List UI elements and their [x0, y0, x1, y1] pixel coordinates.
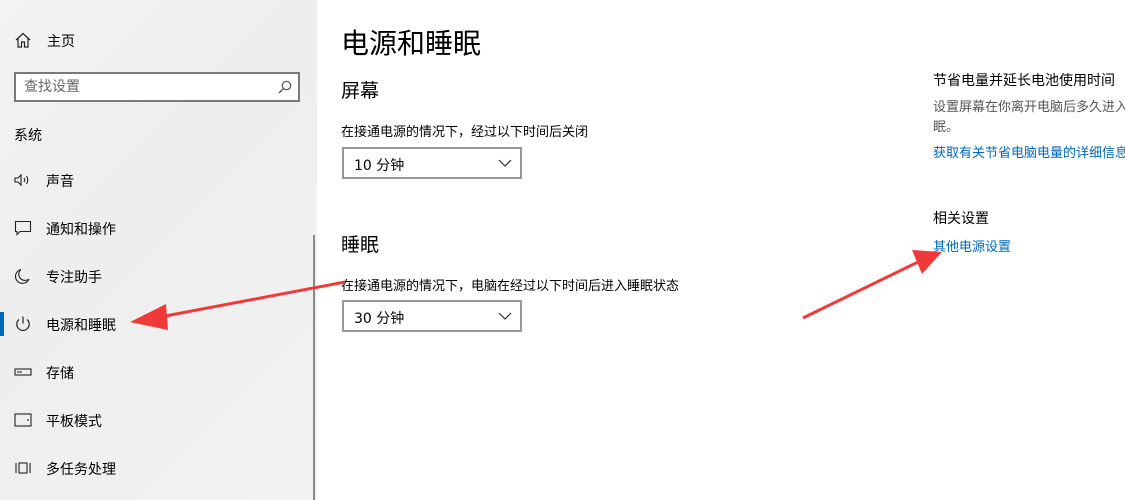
sleep-timeout-value: 30 分钟: [354, 311, 405, 327]
sidebar-item-label: 通知和操作: [46, 222, 116, 238]
save-power-text: 设置屏幕在你离开电脑后多久进入睡眠。: [933, 100, 1125, 135]
message-icon: [14, 220, 32, 236]
speaker-icon: [14, 173, 29, 187]
screen-heading: 屏幕: [341, 80, 380, 102]
search-icon[interactable]: [278, 80, 292, 94]
save-power-clip: 设置屏幕在你离开电脑后多久进入睡眠。 获取有关节省电脑电量的详细信息: [925, 60, 1125, 180]
sidebar-item-label: 存储: [46, 366, 74, 382]
screen-timeout-value: 10 分钟: [354, 158, 405, 174]
arrow-to-other-power-settings: [802, 250, 942, 320]
sidebar-item-label: 专注助手: [46, 270, 102, 286]
search-box[interactable]: [14, 72, 300, 102]
related-settings-heading: 相关设置: [933, 211, 989, 227]
multitask-icon: [15, 462, 31, 474]
sidebar-item-storage[interactable]: 存储: [0, 352, 317, 392]
sleep-description: 在接通电源的情况下，电脑在经过以下时间后进入睡眠状态: [341, 279, 680, 294]
tablet-icon: [14, 413, 32, 427]
chevron-down-icon: [498, 159, 512, 167]
screen-timeout-dropdown[interactable]: 10 分钟: [342, 147, 522, 179]
home-icon: [15, 32, 31, 48]
sidebar-item-focus-assist[interactable]: 专注助手: [0, 256, 317, 296]
power-icon: [16, 316, 30, 331]
storage-icon: [14, 368, 32, 376]
sidebar-item-notifications[interactable]: 通知和操作: [0, 208, 317, 248]
sidebar: 主页 系统 声音 通知和操作 专: [0, 0, 317, 500]
sidebar-item-power-sleep[interactable]: 电源和睡眠: [0, 304, 317, 344]
save-power-link[interactable]: 获取有关节省电脑电量的详细信息: [933, 142, 1125, 161]
page-title: 电源和睡眠: [341, 27, 482, 60]
sidebar-item-label: 多任务处理: [46, 462, 116, 478]
sidebar-scrollbar[interactable]: [313, 235, 315, 500]
sidebar-item-label: 平板模式: [46, 414, 102, 430]
screen-description: 在接通电源的情况下，经过以下时间后关闭: [341, 125, 589, 140]
sidebar-item-multitasking[interactable]: 多任务处理: [0, 448, 317, 488]
sidebar-item-tablet-mode[interactable]: 平板模式: [0, 400, 317, 440]
settings-window: 主页 系统 声音 通知和操作 专: [0, 0, 1125, 500]
sidebar-item-label: 声音: [46, 174, 74, 190]
sidebar-item-label: 电源和睡眠: [46, 318, 116, 334]
search-input[interactable]: [24, 78, 264, 96]
moon-icon: [15, 268, 30, 284]
sleep-heading: 睡眠: [341, 234, 380, 256]
sleep-timeout-dropdown[interactable]: 30 分钟: [342, 300, 522, 332]
sidebar-item-sound[interactable]: 声音: [0, 160, 317, 200]
additional-power-settings-link[interactable]: 其他电源设置: [933, 236, 1011, 255]
sidebar-section-title: 系统: [14, 128, 42, 144]
sidebar-home-label: 主页: [47, 34, 75, 50]
sidebar-home[interactable]: 主页: [0, 24, 317, 58]
chevron-down-icon: [498, 312, 512, 320]
